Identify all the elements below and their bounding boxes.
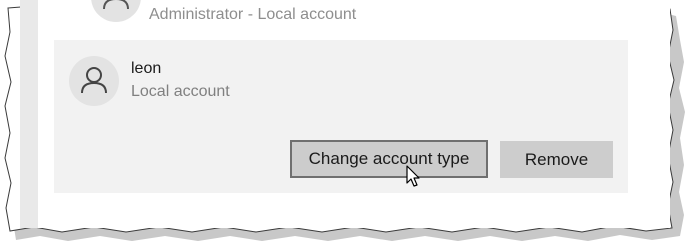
account-avatar <box>69 56 119 106</box>
account-name: leon <box>131 60 162 77</box>
account-type: Local account <box>131 83 230 100</box>
settings-accounts-panel: Administrator - Local account leon Local… <box>20 0 670 228</box>
previous-account-row[interactable]: Administrator - Local account <box>38 0 670 38</box>
screenshot-frame: Administrator - Local account leon Local… <box>0 0 697 249</box>
account-card-leon: leon Local account Change account type R… <box>54 40 628 193</box>
mouse-pointer-icon <box>406 165 420 187</box>
person-icon <box>81 67 107 94</box>
person-icon <box>103 0 129 10</box>
previous-account-avatar <box>91 0 141 22</box>
change-account-type-button[interactable]: Change account type <box>290 140 488 178</box>
left-rail <box>20 0 38 228</box>
remove-button[interactable]: Remove <box>500 141 613 178</box>
previous-account-subtitle: Administrator - Local account <box>149 6 357 23</box>
